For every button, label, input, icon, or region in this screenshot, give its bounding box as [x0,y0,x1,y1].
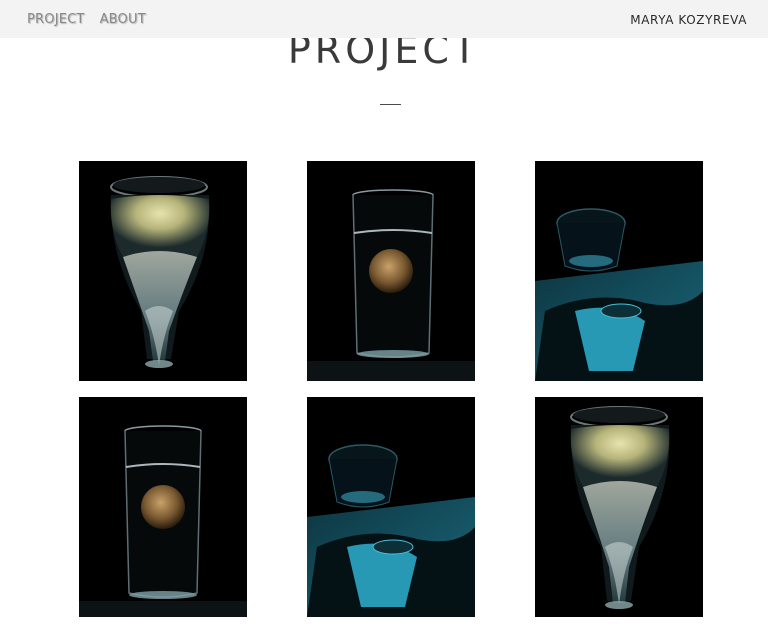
jar-yellow-swirl-photo [79,161,247,381]
top-navigation-bar: PROJECT ABOUT MARYA KOZYREVA [0,0,768,38]
glass-blue-reflection-photo [535,161,703,381]
gallery-photo-6[interactable] [535,397,703,617]
gallery-photo-3[interactable] [535,161,703,381]
gallery-photo-2[interactable] [307,161,475,381]
glass-sinking-fruit-photo [307,161,475,381]
site-brand-name[interactable]: MARYA KOZYREVA [630,13,747,27]
glass-sinking-fruit-photo [79,397,247,617]
jar-yellow-swirl-photo [535,397,703,617]
gallery-photo-4[interactable] [79,397,247,617]
title-divider [380,104,401,105]
gallery-photo-1[interactable] [79,161,247,381]
main-nav: PROJECT ABOUT [27,12,146,27]
nav-link-about[interactable]: ABOUT [100,12,146,27]
gallery-photo-5[interactable] [307,397,475,617]
glass-blue-reflection-photo [307,397,475,617]
nav-link-project[interactable]: PROJECT [27,12,85,27]
